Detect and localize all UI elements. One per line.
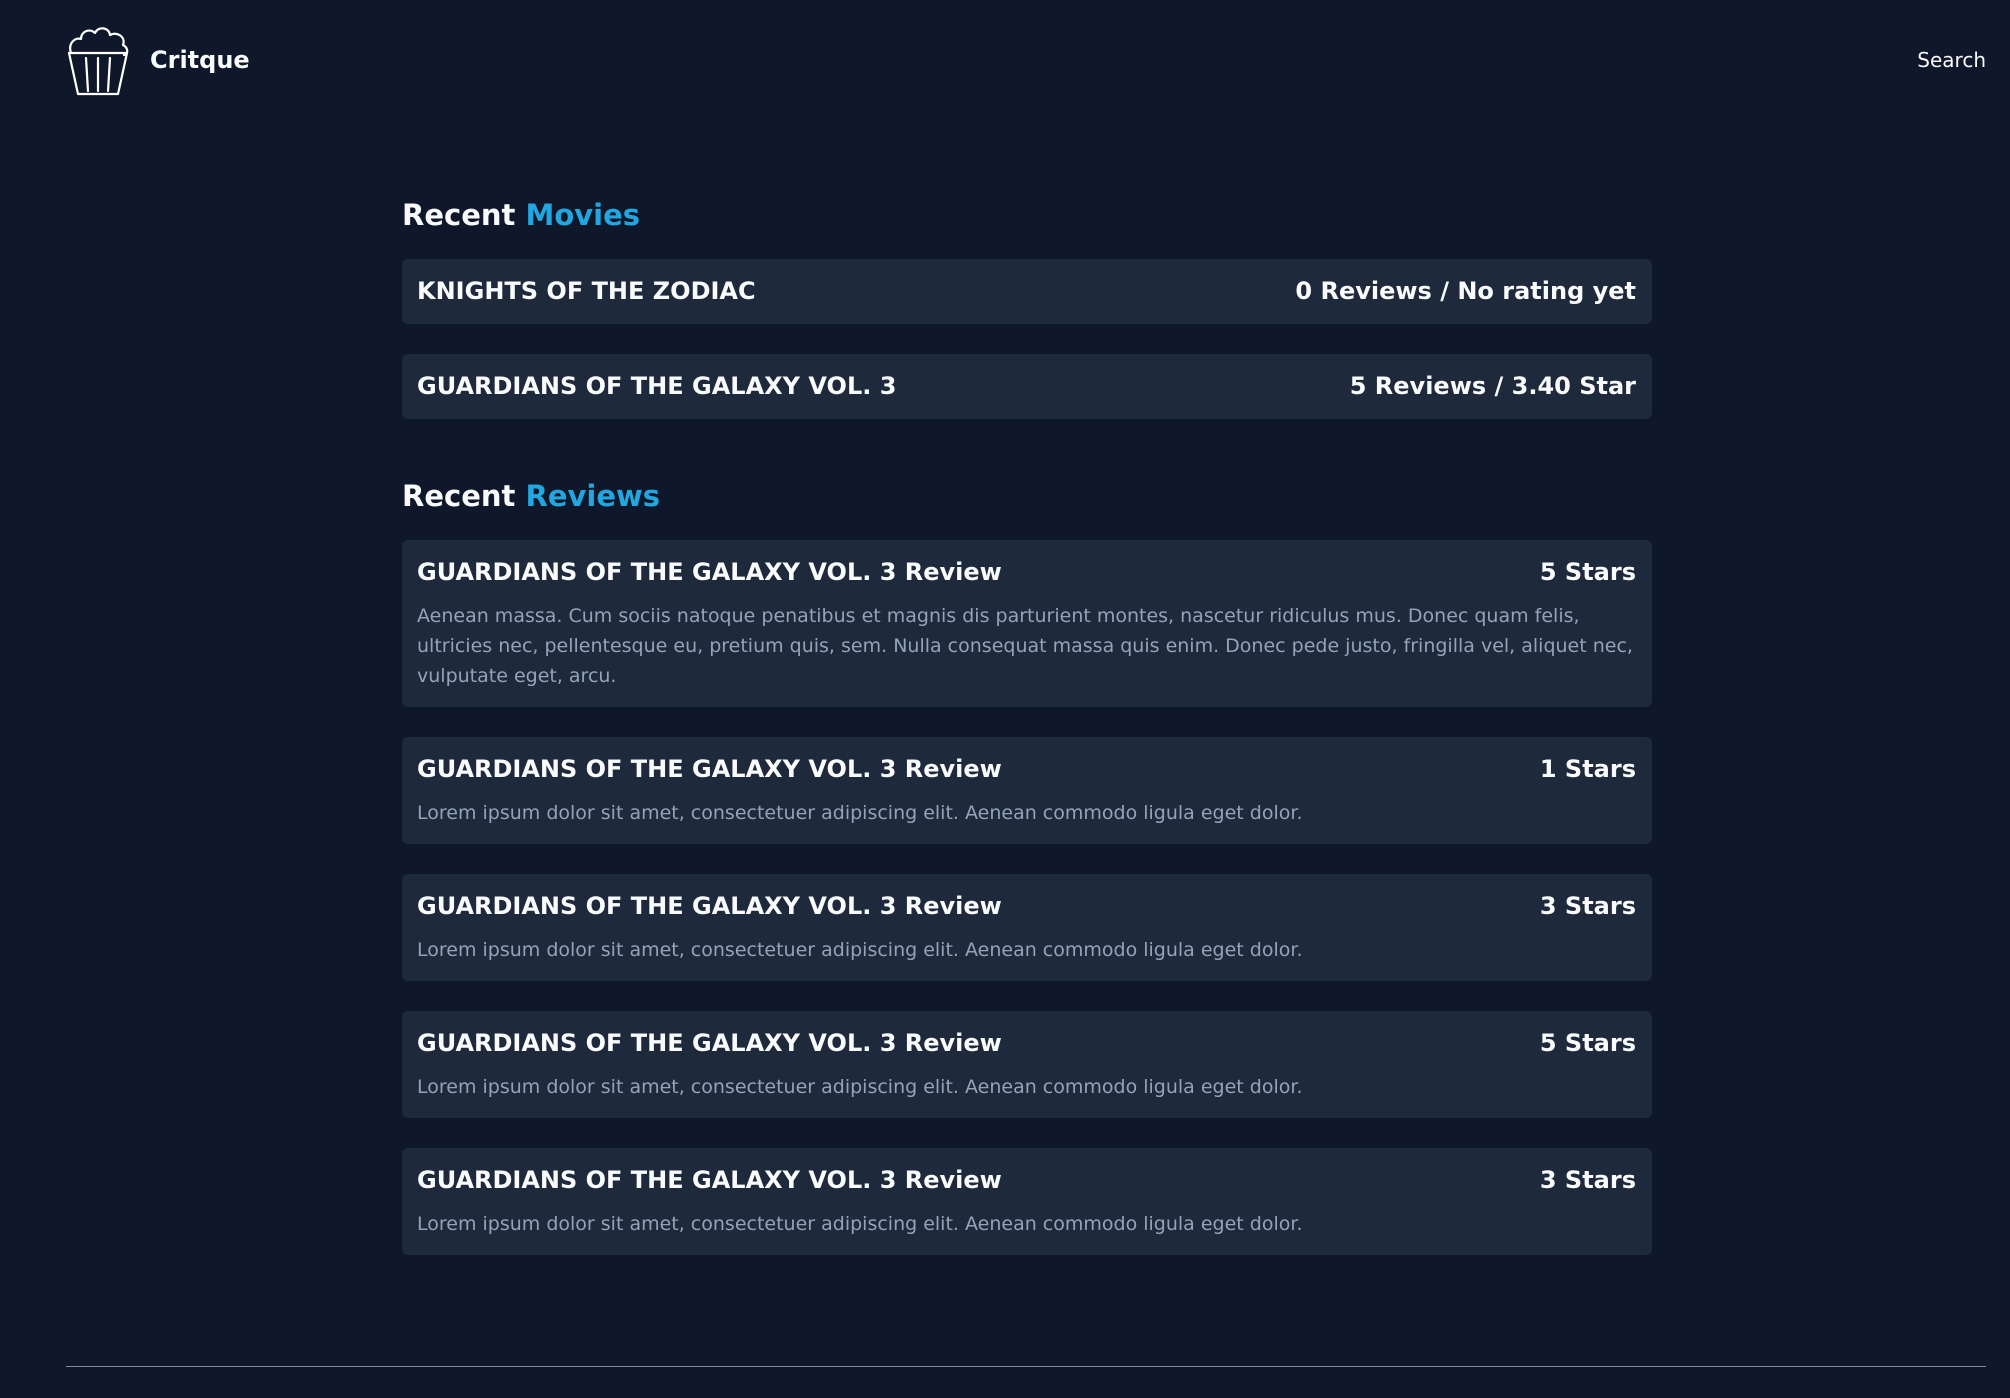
movie-card-guardians-of-the-galaxy-vol-3[interactable]: GUARDIANS OF THE GALAXY VOL. 3 5 Reviews… [402, 353, 1652, 419]
review-stars: 5 Stars [1539, 1029, 1636, 1058]
movie-card-knights-of-the-zodiac[interactable]: KNIGHTS OF THE ZODIAC 0 Reviews / No rat… [402, 258, 1652, 324]
review-title: GUARDIANS OF THE GALAXY VOL. 3 Review [417, 1166, 1002, 1195]
review-body: Lorem ipsum dolor sit amet, consectetuer… [417, 801, 1303, 824]
review-title: GUARDIANS OF THE GALAXY VOL. 3 Review [417, 892, 1002, 921]
site-header: Critque Search [0, 0, 2010, 120]
search-link[interactable]: Search [1917, 48, 1986, 72]
footer-divider [66, 1366, 1986, 1367]
review-card-header: GUARDIANS OF THE GALAXY VOL. 3 Review 3 … [417, 890, 1636, 923]
review-body: Aenean massa. Cum sociis natoque penatib… [417, 604, 1633, 687]
recent-movies-heading-accent: Movies [525, 198, 641, 232]
review-body: Lorem ipsum dolor sit amet, consectetuer… [417, 1212, 1303, 1235]
recent-reviews-heading-prefix: Recent [402, 478, 516, 513]
review-stars: 1 Stars [1539, 755, 1636, 784]
review-card[interactable]: GUARDIANS OF THE GALAXY VOL. 3 Review 5 … [402, 539, 1652, 707]
recent-movies-heading-prefix: Recent [402, 198, 516, 232]
movie-title: KNIGHTS OF THE ZODIAC [417, 277, 756, 306]
movie-title: GUARDIANS OF THE GALAXY VOL. 3 [417, 372, 897, 401]
brand-name: Critque [150, 46, 250, 74]
recent-movies-heading: Recent Movies [402, 198, 1652, 233]
recent-reviews-list: GUARDIANS OF THE GALAXY VOL. 3 Review 5 … [402, 539, 1652, 1255]
recent-reviews-heading: Recent Reviews [402, 479, 1652, 514]
review-card[interactable]: GUARDIANS OF THE GALAXY VOL. 3 Review 1 … [402, 736, 1652, 844]
movie-rating-summary: 0 Reviews / No rating yet [1295, 277, 1636, 306]
review-card-header: GUARDIANS OF THE GALAXY VOL. 3 Review 1 … [417, 753, 1636, 786]
review-card[interactable]: GUARDIANS OF THE GALAXY VOL. 3 Review 3 … [402, 1147, 1652, 1255]
review-title: GUARDIANS OF THE GALAXY VOL. 3 Review [417, 755, 1002, 784]
review-stars: 3 Stars [1539, 892, 1636, 921]
review-body: Lorem ipsum dolor sit amet, consectetuer… [417, 1075, 1303, 1098]
review-stars: 5 Stars [1539, 558, 1636, 587]
review-card-header: GUARDIANS OF THE GALAXY VOL. 3 Review 5 … [417, 1027, 1636, 1060]
brand-link[interactable]: Critque [66, 24, 250, 96]
main-content: Recent Movies KNIGHTS OF THE ZODIAC 0 Re… [402, 198, 1652, 1285]
review-title: GUARDIANS OF THE GALAXY VOL. 3 Review [417, 558, 1002, 587]
review-card[interactable]: GUARDIANS OF THE GALAXY VOL. 3 Review 5 … [402, 1010, 1652, 1118]
review-body: Lorem ipsum dolor sit amet, consectetuer… [417, 938, 1303, 961]
review-card[interactable]: GUARDIANS OF THE GALAXY VOL. 3 Review 3 … [402, 873, 1652, 981]
review-card-header: GUARDIANS OF THE GALAXY VOL. 3 Review 3 … [417, 1164, 1636, 1197]
review-stars: 3 Stars [1539, 1166, 1636, 1195]
recent-movies-list: KNIGHTS OF THE ZODIAC 0 Reviews / No rat… [402, 258, 1652, 419]
review-title: GUARDIANS OF THE GALAXY VOL. 3 Review [417, 1029, 1002, 1058]
movie-rating-summary: 5 Reviews / 3.40 Star [1349, 372, 1636, 401]
popcorn-icon [66, 24, 130, 96]
recent-reviews-heading-accent: Reviews [525, 478, 661, 513]
review-card-header: GUARDIANS OF THE GALAXY VOL. 3 Review 5 … [417, 556, 1636, 589]
